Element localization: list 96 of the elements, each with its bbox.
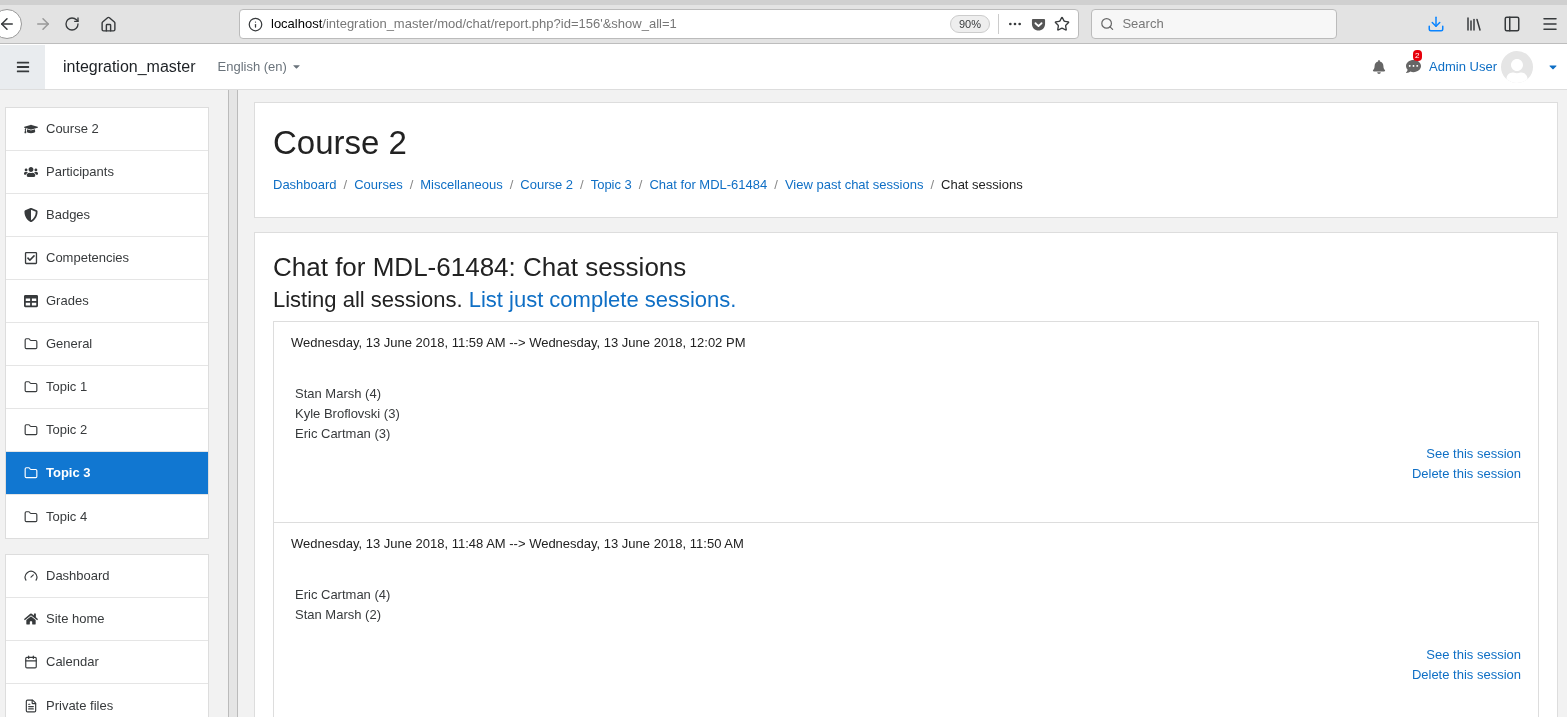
session-user: Eric Cartman (4) xyxy=(295,585,392,604)
nav-item[interactable]: Calendar xyxy=(6,641,208,684)
session-period: Wednesday, 13 June 2018, 11:48 AM --> Wednesday, 13 June 2018, 11:50 AM xyxy=(291,536,745,551)
nav-label: Competencies xyxy=(46,249,130,268)
nav-label: Participants xyxy=(46,163,114,182)
sidebar-icon[interactable] xyxy=(1503,15,1521,33)
breadcrumb-link[interactable]: Miscellaneous xyxy=(420,175,503,195)
folder-icon xyxy=(24,380,38,394)
session-period: Wednesday, 13 June 2018, 11:59 AM --> Wednesday, 13 June 2018, 12:02 PM xyxy=(291,335,747,350)
site-name[interactable]: integration_master xyxy=(63,54,196,79)
breadcrumb-current: Chat sessions xyxy=(941,176,1023,194)
table-icon xyxy=(24,294,38,308)
gauge-icon xyxy=(24,569,38,583)
breadcrumb-link[interactable]: Topic 3 xyxy=(590,175,632,195)
nav-label: Topic 2 xyxy=(46,421,88,440)
file-icon xyxy=(24,698,38,713)
checkbox-icon xyxy=(24,251,38,265)
library-icon[interactable] xyxy=(1465,15,1483,33)
course-title: Course 2 xyxy=(273,123,408,163)
nav-item[interactable]: Topic 1 xyxy=(6,366,208,409)
nav-label: Site home xyxy=(46,610,105,629)
info-icon xyxy=(248,16,263,32)
nav-item[interactable]: Site home xyxy=(6,598,208,641)
menu-icon[interactable] xyxy=(1541,15,1559,33)
nav-label: Grades xyxy=(46,292,89,311)
menu-button[interactable] xyxy=(0,44,45,89)
nav-label: Topic 4 xyxy=(46,507,88,526)
nav-label: Course 2 xyxy=(46,120,99,139)
users-icon xyxy=(24,165,38,179)
breadcrumb-link[interactable]: View past chat sessions xyxy=(784,175,924,195)
bell-icon[interactable] xyxy=(1372,59,1387,74)
breadcrumb-link[interactable]: Courses xyxy=(354,175,403,195)
search-icon xyxy=(1100,16,1115,32)
back-button[interactable] xyxy=(0,9,22,39)
user-silhouette-icon xyxy=(1505,58,1529,83)
nav-label: Badges xyxy=(46,206,91,225)
breadcrumb-separator: / xyxy=(409,176,414,194)
session-user: Stan Marsh (2) xyxy=(295,605,382,624)
nav-item[interactable]: Competencies xyxy=(6,237,208,280)
nav-label: Topic 3 xyxy=(46,464,91,483)
breadcrumb-link[interactable]: Dashboard xyxy=(273,175,337,195)
home-icon xyxy=(24,612,38,626)
nav-item[interactable]: Dashboard xyxy=(6,555,208,598)
download-icon[interactable] xyxy=(1427,15,1445,33)
session-user: Kyle Broflovski (3) xyxy=(295,404,401,423)
nav-item[interactable]: Course 2 xyxy=(6,108,208,151)
breadcrumb-link[interactable]: Chat for MDL-61484 xyxy=(649,175,768,195)
session-link[interactable]: See this session xyxy=(1426,443,1521,464)
breadcrumb-separator: / xyxy=(638,176,643,194)
zoom-badge[interactable]: 90% xyxy=(949,14,990,34)
session-user: Eric Cartman (3) xyxy=(295,424,392,443)
breadcrumb-separator: / xyxy=(930,176,934,194)
session-link[interactable]: See this session xyxy=(1426,644,1521,665)
star-icon[interactable] xyxy=(1054,16,1070,32)
shield-icon xyxy=(24,208,38,222)
language-menu[interactable]: English (en) xyxy=(217,56,302,77)
reload-icon[interactable] xyxy=(64,16,80,32)
listing-text: Listing all sessions. xyxy=(273,286,463,312)
graduation-cap-icon xyxy=(24,122,38,136)
pocket-icon[interactable] xyxy=(1031,16,1046,32)
folder-icon xyxy=(24,466,38,480)
nav-label: Topic 1 xyxy=(46,378,88,397)
nav-item[interactable]: Private files xyxy=(6,684,208,717)
nav-item[interactable]: Topic 4 xyxy=(6,495,208,538)
breadcrumb-separator: / xyxy=(343,176,348,194)
nav-item[interactable]: Badges xyxy=(6,194,208,237)
nav-item[interactable]: Participants xyxy=(6,151,208,194)
nav-label: Dashboard xyxy=(46,567,110,586)
folder-icon xyxy=(24,423,38,437)
message-count-badge: 2 xyxy=(1413,50,1422,61)
nav-item[interactable]: Grades xyxy=(6,280,208,323)
page-heading: Chat for MDL-61484: Chat sessions xyxy=(273,250,688,283)
url-field[interactable]: localhost/integration_master/mod/chat/report.php?id=156'&show_all=1 90% xyxy=(239,9,1079,39)
menu-icon xyxy=(15,59,30,74)
folder-icon xyxy=(24,509,38,524)
nav-label: Calendar xyxy=(46,653,99,672)
chat-icon[interactable] xyxy=(1406,59,1422,74)
session-link[interactable]: Delete this session xyxy=(1411,463,1521,484)
nav-label: Private files xyxy=(46,696,114,715)
breadcrumb-separator: / xyxy=(580,176,584,194)
folder-icon xyxy=(24,337,38,351)
search-field[interactable]: Search xyxy=(1091,9,1337,39)
breadcrumb-separator: / xyxy=(774,176,778,194)
nav-item[interactable]: General xyxy=(6,323,208,366)
user-name[interactable]: Admin User xyxy=(1429,56,1497,77)
breadcrumb-link[interactable]: Course 2 xyxy=(520,175,574,195)
home-icon[interactable] xyxy=(100,15,117,33)
search-input[interactable]: Search xyxy=(1122,14,1328,34)
breadcrumb-separator: / xyxy=(509,176,514,194)
complete-sessions-link[interactable]: List just complete sessions. xyxy=(468,286,737,312)
nav-label: General xyxy=(46,335,93,354)
calendar-icon xyxy=(24,655,38,669)
nav-item[interactable]: Topic 3 xyxy=(6,452,208,495)
session-user: Stan Marsh (4) xyxy=(295,384,382,403)
url-text: localhost/integration_master/mod/chat/report.php?id=156'&show_all=1 xyxy=(271,15,678,34)
session-link[interactable]: Delete this session xyxy=(1411,664,1521,685)
